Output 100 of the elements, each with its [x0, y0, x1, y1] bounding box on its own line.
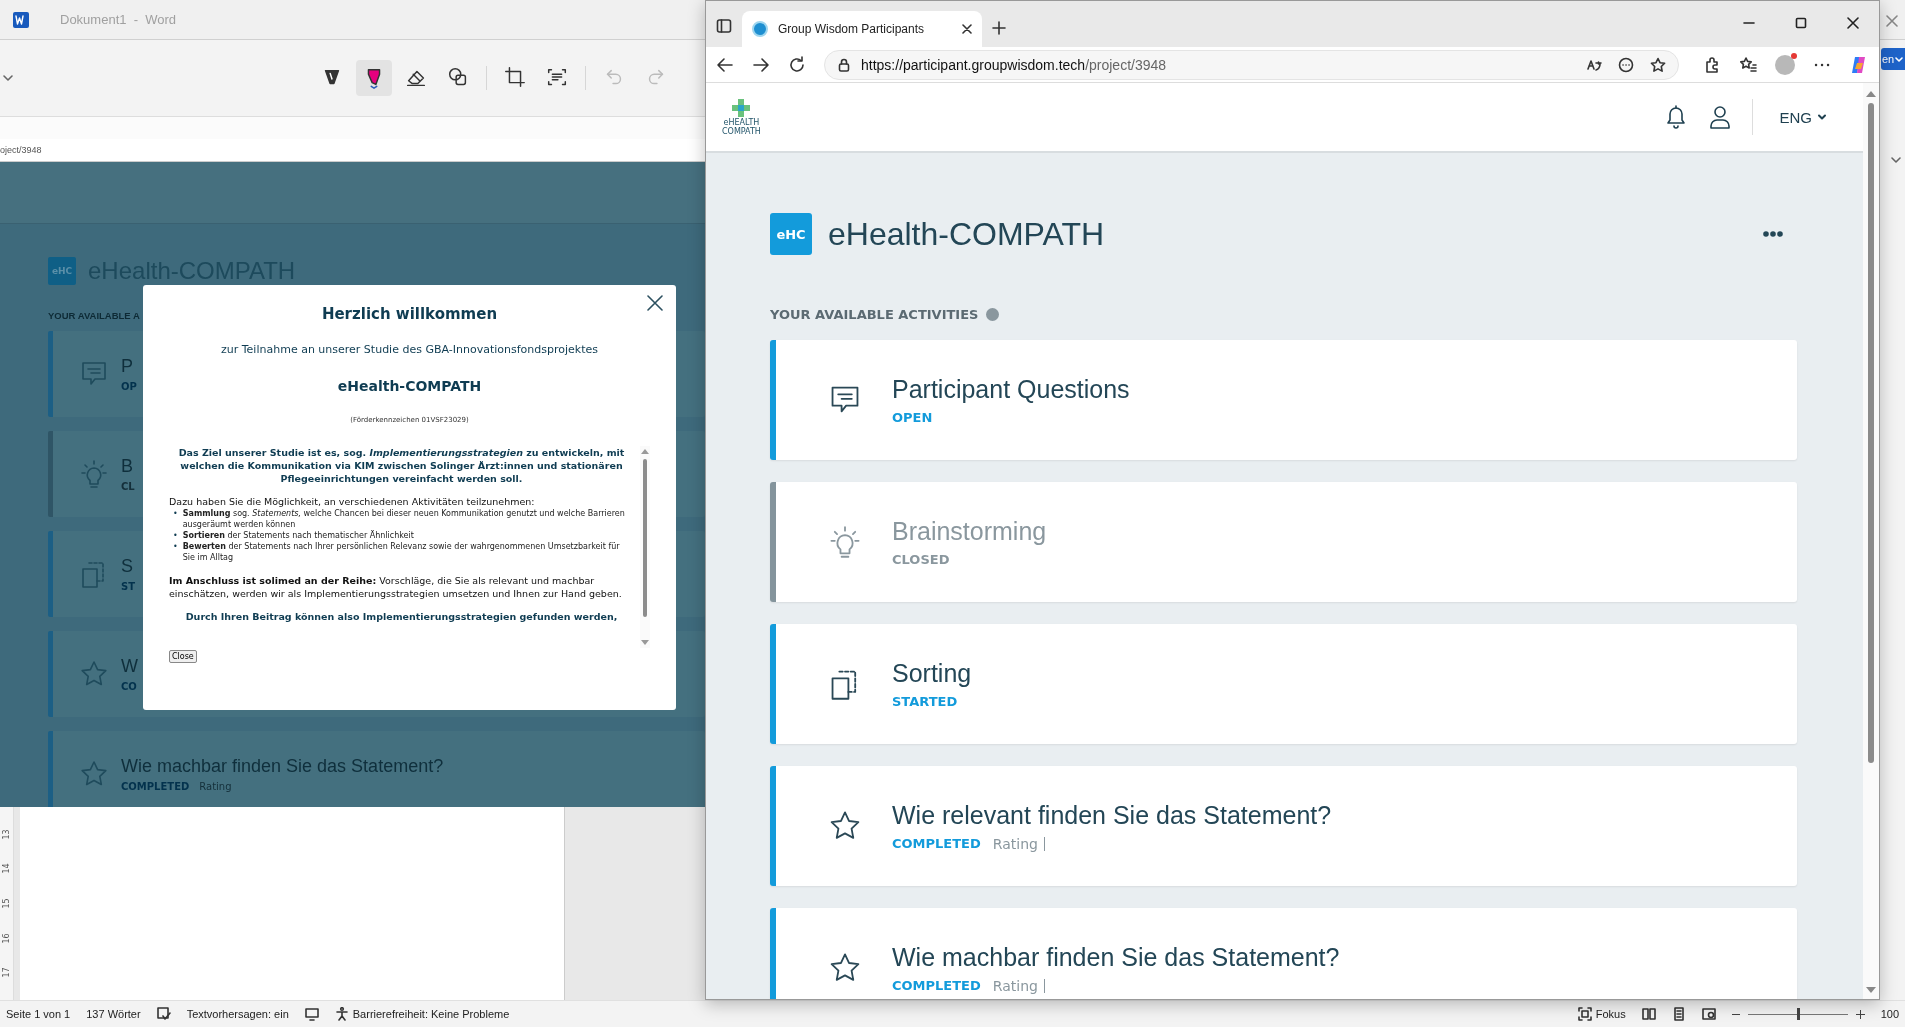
chevron-down-icon: [1895, 55, 1904, 63]
display-icon[interactable]: [304, 1007, 319, 1021]
accessibility-icon[interactable]: [334, 1007, 349, 1021]
logo-icon[interactable]: [730, 98, 753, 118]
status-label: CL: [121, 481, 135, 492]
logo-text: eHEALTH: [723, 118, 760, 127]
activity-title: P: [121, 356, 134, 377]
lightbulb-icon: [828, 525, 862, 559]
status-label: CO: [121, 681, 137, 692]
word-logo-icon: [12, 10, 30, 29]
word-count[interactable]: 137 Wörter: [86, 1008, 141, 1020]
favorite-star-icon[interactable]: [1650, 56, 1666, 73]
scroll-up-arrow[interactable]: [641, 449, 649, 454]
read-mode-icon[interactable]: [1641, 1007, 1656, 1021]
close-icon[interactable]: [1847, 17, 1859, 29]
dialog-title: Herzlich willkommen: [321, 305, 498, 323]
next-steps-paragraph: Im Anschluss ist solimed an der Reihe: Vorschläge, die Sie als relevant und machbar einschätzen, werden wir als Implementierungsstrategien umsetzen und Ihnen zur Hand geben.: [169, 574, 623, 600]
close-icon[interactable]: [962, 24, 972, 34]
section-heading: YOUR AVAILABLE ACTIVITIES: [770, 307, 979, 322]
activity-card[interactable]: Sorting STARTED: [770, 624, 1797, 744]
status-label: COMPLETED: [892, 836, 981, 851]
focus-mode[interactable]: Fokus: [1595, 1008, 1626, 1020]
url-text: https://participant.groupwisdom.tech/project/3948: [861, 56, 1168, 73]
web-layout-icon[interactable]: [1701, 1007, 1716, 1021]
language-selector[interactable]: ENG: [1773, 108, 1833, 126]
scroll-down-arrow[interactable]: [641, 640, 649, 645]
status-label: STARTED: [892, 694, 958, 709]
section-heading: YOUR AVAILABLE A: [48, 310, 140, 321]
accessibility-status[interactable]: Barrierefreiheit: Keine Probleme: [352, 1008, 510, 1020]
extensions-icon[interactable]: [1703, 55, 1721, 74]
proofing-icon[interactable]: [156, 1007, 171, 1021]
activity-title: Sorting: [892, 659, 972, 688]
chevron-down-icon[interactable]: [1890, 154, 1902, 166]
goal-paragraph: Das Ziel unserer Studie ist es, sog. Implementierungsstrategien zu entwickeln, mit welchen die Kommunikation via KIM zwischen Solinger Ärzt:innen und stationären Pflegeeinrichtungen vereinfacht werden soll.: [177, 446, 626, 485]
activity-card[interactable]: Participant Questions OPEN: [770, 340, 1797, 460]
text-prediction-status[interactable]: Textvorhersagen: ein: [186, 1008, 289, 1020]
user-icon[interactable]: [1708, 104, 1733, 130]
activity-item: Bewerten der Statements nach Ihrer persönlichen Relevanz sowie der wahrgenommenen Umsetzbarkeit für Sie im Alltag: [182, 541, 621, 563]
zoom-percent[interactable]: 100: [1880, 1008, 1899, 1020]
lock-icon: [837, 57, 851, 72]
status-label: CLOSED: [892, 552, 950, 567]
address-bar[interactable]: https://participant.groupwisdom.tech/project/3948: [824, 49, 1679, 80]
project-badge: eHC: [770, 213, 812, 255]
status-label: OP: [121, 381, 137, 392]
ruler-number: 13: [2, 829, 11, 840]
more-options-icon[interactable]: [1763, 231, 1783, 237]
chevron-down-icon: [1817, 112, 1827, 122]
activity-title: Participant Questions: [892, 375, 1130, 404]
intro-text: Dazu haben Sie die Möglichkeit, an verschiedenen Aktivitäten teilzunehmen:: [169, 496, 536, 507]
activity-type: Rating: [199, 781, 232, 792]
lightbulb-icon: [79, 459, 109, 489]
scroll-thumb[interactable]: [643, 459, 647, 617]
forward-icon[interactable]: [752, 55, 770, 74]
closing-text: Durch Ihren Beitrag können also Implementierungsstrategien gefunden werden,: [184, 611, 619, 622]
site-favicon: [752, 21, 768, 37]
browser-tab[interactable]: Group Wisdom Participants: [742, 11, 982, 47]
maximize-icon[interactable]: [1795, 17, 1807, 29]
chevron-down-icon[interactable]: [2, 72, 14, 84]
ruler-number: 16: [2, 933, 11, 944]
highlighter-tool[interactable]: [356, 60, 392, 96]
reader-icon[interactable]: [1618, 56, 1634, 73]
focus-icon[interactable]: [1577, 1007, 1592, 1021]
scroll-thumb[interactable]: [1868, 103, 1874, 763]
bullet: •: [173, 508, 178, 519]
slider-thumb[interactable]: [1796, 1008, 1800, 1020]
activity-title: S: [121, 556, 134, 577]
close-icon[interactable]: [647, 295, 663, 311]
ruler-number: 17: [2, 967, 11, 978]
ruler-number: 15: [2, 898, 11, 909]
activity-card[interactable]: Wie relevant finden Sie das Statement? COMPLETED Rating: [770, 766, 1797, 886]
back-icon[interactable]: [716, 55, 734, 74]
activity-title: W: [121, 656, 138, 677]
activity-item: Sortieren der Statements nach thematischer Ähnlichkeit: [182, 530, 414, 541]
status-label: COMPLETED: [892, 978, 981, 993]
tab-actions-icon[interactable]: [716, 18, 732, 34]
refresh-icon[interactable]: [788, 55, 806, 74]
activity-card[interactable]: Wie machbar finden Sie das Statement? COMPLETED Rating: [770, 908, 1797, 999]
status-label: ST: [121, 581, 136, 592]
language-button[interactable]: en: [1881, 48, 1905, 70]
crop-icon: [503, 66, 527, 90]
scroll-down-arrow[interactable]: [1866, 987, 1876, 993]
scrollbar[interactable]: [640, 446, 650, 648]
activity-title: Wie machbar finden Sie das Statement?: [121, 756, 444, 777]
page-count[interactable]: Seite 1 von 1: [6, 1008, 71, 1020]
scrollbar[interactable]: [1863, 83, 1879, 999]
close-button[interactable]: Close: [169, 650, 197, 663]
info-icon[interactable]: [986, 308, 1000, 321]
ruler-number: 14: [2, 863, 11, 874]
project-badge: eHC: [48, 257, 76, 285]
print-layout-icon[interactable]: [1671, 1007, 1686, 1021]
logo-text: COMPATH: [722, 127, 761, 136]
scroll-up-arrow[interactable]: [1866, 91, 1876, 97]
activity-title: B: [121, 456, 134, 477]
new-tab-icon[interactable]: [992, 21, 1006, 35]
window-title: Dokument1 - Word: [60, 12, 177, 27]
profile-avatar[interactable]: [1775, 54, 1795, 75]
activity-title: Brainstorming: [892, 517, 1047, 546]
status-label: COMPLETED: [121, 781, 190, 792]
favorites-icon[interactable]: [1739, 55, 1757, 74]
activity-title: Wie machbar finden Sie das Statement?: [892, 942, 1340, 972]
